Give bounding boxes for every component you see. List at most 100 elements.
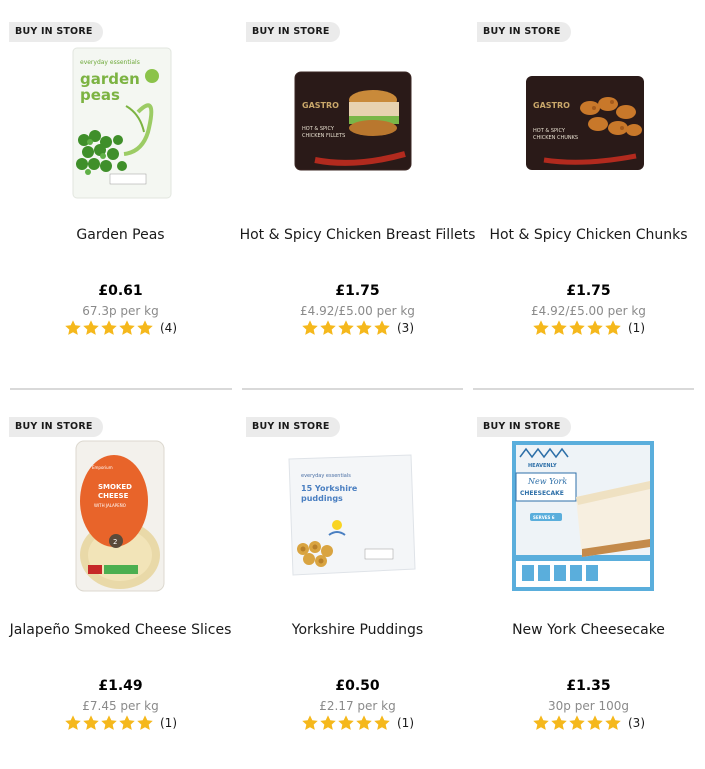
- product-rating[interactable]: (3): [237, 318, 478, 338]
- star-icon: [533, 715, 549, 730]
- product-price: £0.61: [98, 283, 143, 299]
- star-icon: [533, 320, 549, 335]
- buy-in-store-badge: BUY IN STORE: [9, 417, 103, 437]
- star-icon: [551, 715, 567, 730]
- svg-text:HOT & SPICY: HOT & SPICY: [302, 126, 335, 132]
- product-card[interactable]: BUY IN STORE everyday essentials garden …: [0, 0, 231, 395]
- star-icon: [551, 320, 567, 335]
- product-grid: BUY IN STORE everyday essentials garden …: [0, 0, 705, 769]
- svg-text:peas: peas: [80, 86, 120, 104]
- product-name[interactable]: New York Cheesecake: [468, 622, 705, 638]
- star-rating: [532, 318, 622, 338]
- svg-text:HOT & SPICY: HOT & SPICY: [533, 128, 566, 134]
- chicken-fillets-pack-image[interactable]: GASTRO HOT & SPICY CHICKEN FILLETS: [255, 42, 470, 202]
- star-icon: [587, 320, 603, 335]
- product-card[interactable]: BUY IN STORE Emporium SMOKED CHEESE WITH…: [0, 395, 231, 769]
- star-icon: [65, 715, 81, 730]
- product-price: £1.49: [98, 678, 143, 694]
- cheese-slices-pack-image[interactable]: Emporium SMOKED CHEESE WITH JALAPEÑO 2: [18, 437, 233, 597]
- star-icon: [338, 320, 354, 335]
- star-icon: [569, 320, 585, 335]
- unit-price: £4.92/£5.00 per kg: [300, 304, 415, 318]
- star-icon: [119, 320, 135, 335]
- garden-peas-bag-image[interactable]: everyday essentials garden peas: [18, 42, 233, 202]
- product-price: £1.75: [566, 283, 611, 299]
- row-divider: [473, 388, 694, 390]
- svg-text:CHICKEN CHUNKS: CHICKEN CHUNKS: [533, 135, 578, 141]
- star-icon: [137, 320, 153, 335]
- chicken-chunks-pack-image[interactable]: GASTRO HOT & SPICY CHICKEN CHUNKS: [486, 42, 701, 202]
- yorkshire-puddings-bag-image[interactable]: everyday essentials 15 Yorkshire pudding…: [255, 437, 470, 597]
- unit-price: 30p per 100g: [548, 699, 629, 713]
- svg-text:15 Yorkshire: 15 Yorkshire: [301, 484, 358, 493]
- star-icon: [587, 715, 603, 730]
- cheesecake-box-image[interactable]: HEAVENLY New York CHEESECAKE SERVES 6: [486, 437, 701, 597]
- review-count[interactable]: (1): [160, 716, 177, 730]
- product-card[interactable]: BUY IN STORE HEAVENLY New York CHEESECAK…: [468, 395, 699, 769]
- product-name[interactable]: Garden Peas: [0, 227, 241, 243]
- review-count[interactable]: (3): [628, 716, 645, 730]
- star-icon: [302, 320, 318, 335]
- unit-price: £2.17 per kg: [319, 699, 396, 713]
- svg-text:GASTRO: GASTRO: [302, 101, 339, 110]
- star-icon: [605, 715, 621, 730]
- product-rating[interactable]: (1): [0, 713, 241, 733]
- star-rating: [64, 713, 154, 733]
- star-icon: [83, 320, 99, 335]
- star-icon: [101, 715, 117, 730]
- buy-in-store-badge: BUY IN STORE: [246, 22, 340, 42]
- review-count[interactable]: (1): [397, 716, 414, 730]
- review-count[interactable]: (1): [628, 321, 645, 335]
- product-name[interactable]: Jalapeño Smoked Cheese Slices: [0, 622, 241, 638]
- star-icon: [338, 715, 354, 730]
- unit-price: 67.3p per kg: [82, 304, 159, 318]
- svg-text:WITH JALAPEÑO: WITH JALAPEÑO: [94, 503, 126, 508]
- star-icon: [83, 715, 99, 730]
- svg-text:GASTRO: GASTRO: [533, 101, 570, 110]
- product-rating[interactable]: (4): [0, 318, 241, 338]
- star-icon: [320, 715, 336, 730]
- product-row: BUY IN STORE everyday essentials garden …: [0, 0, 705, 395]
- row-divider: [10, 388, 232, 390]
- svg-text:CHICKEN FILLETS: CHICKEN FILLETS: [302, 133, 345, 139]
- svg-text:CHEESECAKE: CHEESECAKE: [520, 490, 564, 497]
- svg-text:everyday essentials: everyday essentials: [80, 59, 140, 66]
- star-icon: [320, 320, 336, 335]
- star-rating: [301, 318, 391, 338]
- product-name[interactable]: Hot & Spicy Chicken Breast Fillets: [237, 227, 478, 243]
- product-name[interactable]: Hot & Spicy Chicken Chunks: [468, 227, 705, 243]
- svg-text:CHEESE: CHEESE: [98, 492, 129, 500]
- svg-text:puddings: puddings: [301, 494, 343, 503]
- product-rating[interactable]: (3): [468, 713, 705, 733]
- star-icon: [65, 320, 81, 335]
- product-row: BUY IN STORE Emporium SMOKED CHEESE WITH…: [0, 395, 705, 769]
- product-card[interactable]: BUY IN STORE GASTRO HOT & SPICY CHICKEN …: [468, 0, 699, 395]
- buy-in-store-badge: BUY IN STORE: [477, 22, 571, 42]
- star-rating: [64, 318, 154, 338]
- product-rating[interactable]: (1): [468, 318, 705, 338]
- star-icon: [137, 715, 153, 730]
- star-icon: [101, 320, 117, 335]
- svg-text:SMOKED: SMOKED: [98, 483, 132, 491]
- star-icon: [605, 320, 621, 335]
- star-icon: [374, 715, 390, 730]
- star-icon: [374, 320, 390, 335]
- svg-text:Emporium: Emporium: [92, 465, 113, 470]
- svg-text:New York: New York: [527, 477, 567, 486]
- buy-in-store-badge: BUY IN STORE: [9, 22, 103, 42]
- svg-text:2: 2: [113, 538, 117, 546]
- product-card[interactable]: BUY IN STORE GASTRO HOT & SPICY CHICKEN …: [237, 0, 475, 395]
- star-icon: [569, 715, 585, 730]
- product-card[interactable]: BUY IN STORE everyday essentials 15 York…: [237, 395, 468, 769]
- row-divider: [242, 388, 463, 390]
- star-icon: [356, 320, 372, 335]
- product-rating[interactable]: (1): [237, 713, 478, 733]
- review-count[interactable]: (4): [160, 321, 177, 335]
- unit-price: £4.92/£5.00 per kg: [531, 304, 646, 318]
- review-count[interactable]: (3): [397, 321, 414, 335]
- buy-in-store-badge: BUY IN STORE: [477, 417, 571, 437]
- star-icon: [119, 715, 135, 730]
- product-name[interactable]: Yorkshire Puddings: [237, 622, 478, 638]
- svg-text:everyday essentials: everyday essentials: [301, 473, 351, 479]
- star-rating: [301, 713, 391, 733]
